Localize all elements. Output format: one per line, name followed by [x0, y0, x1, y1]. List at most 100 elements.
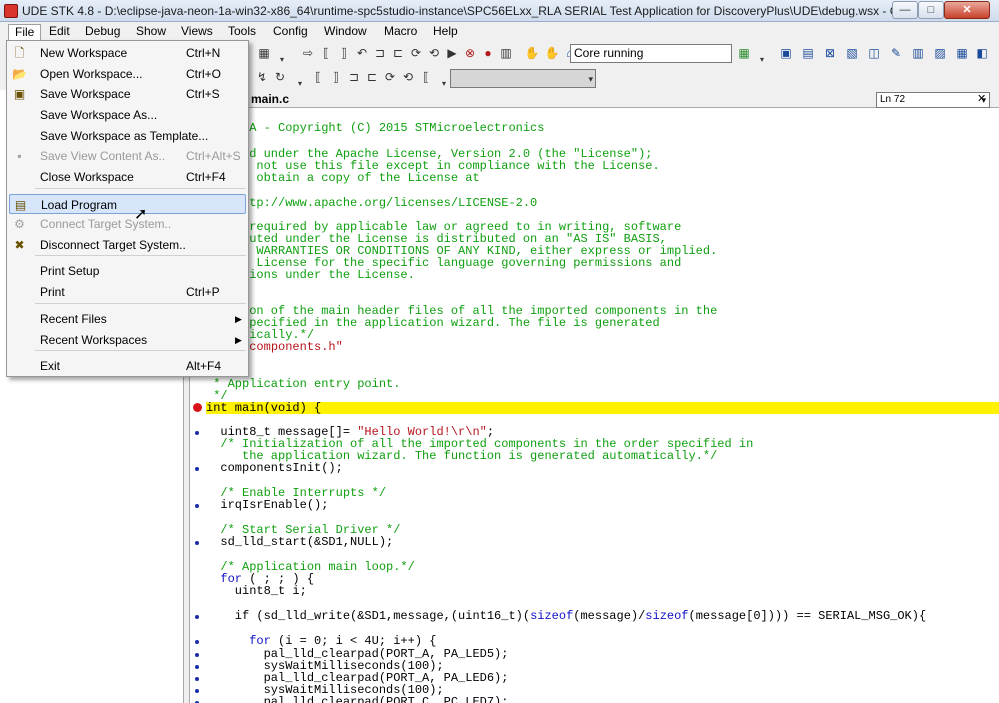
minimize-button[interactable]: — — [892, 1, 918, 19]
variables-icon[interactable]: ▦ — [954, 45, 970, 61]
code-line[interactable]: if (sd_lld_write(&SD1,message,(uint16_t)… — [206, 610, 999, 622]
file-menu-item-close-workspace[interactable]: Close Workspace Ctrl+F4 — [9, 167, 246, 187]
code-line-current[interactable]: int main(void) { — [206, 402, 999, 414]
code-line[interactable]: rder specified in the application wizard… — [206, 317, 999, 329]
save-icon[interactable]: ▦ — [256, 45, 272, 61]
menu-show[interactable]: Show — [130, 24, 172, 41]
menu-tools[interactable]: Tools — [222, 24, 262, 41]
code-line[interactable]: * Application entry point. — [206, 378, 999, 390]
code-line[interactable] — [206, 281, 999, 293]
step-out-icon[interactable]: ⟧ — [336, 45, 352, 61]
file-menu-item-recent-workspaces[interactable]: Recent Workspaces ▶ — [9, 330, 246, 350]
file-menu-item-open-workspace[interactable]: 📂 Open Workspace... Ctrl+O — [9, 64, 246, 84]
file-menu-item-disconnect-target-system[interactable]: ✖ Disconnect Target System.. — [9, 235, 246, 255]
code-line[interactable]: componentsInit(); — [206, 462, 999, 474]
code-line[interactable] — [206, 474, 999, 486]
menu-window[interactable]: Window — [318, 24, 373, 41]
step-line-icon[interactable]: ⊐ — [372, 45, 388, 61]
profile-icon[interactable]: ▥ — [910, 45, 926, 61]
file-menu-item-recent-files[interactable]: Recent Files ▶ — [9, 309, 246, 329]
run-icon[interactable]: ▶ — [444, 45, 460, 61]
file-menu-item-print-setup[interactable]: Print Setup — [9, 261, 246, 281]
grid-icon[interactable]: ▦ — [736, 45, 752, 61]
step-h-icon[interactable]: ⟲ — [400, 69, 416, 85]
code-line[interactable]: pal_lld_clearpad(PORT_C, PC_LED7); — [206, 696, 999, 703]
file-menu-item-load-program[interactable]: ▤ Load Program — [9, 194, 246, 214]
code-line[interactable] — [206, 622, 999, 634]
code-line[interactable]: uint8_t i; — [206, 585, 999, 597]
menu-config[interactable]: Config — [267, 24, 314, 41]
file-menu-item-new-workspace[interactable]: 🗋 New Workspace Ctrl+N — [9, 43, 246, 63]
executable-line-marker[interactable] — [195, 467, 199, 471]
code-editor[interactable]: PC5 RLA - Copyright (C) 2015 STMicroelec… — [190, 108, 999, 703]
memory-icon[interactable]: ⊠ — [822, 45, 838, 61]
code-line[interactable] — [206, 511, 999, 523]
step-over-icon[interactable]: ⇨ — [300, 45, 316, 61]
executable-line-marker[interactable] — [195, 689, 199, 693]
breakpoint-icon[interactable] — [193, 403, 202, 412]
step-g-icon[interactable]: ⟳ — [382, 69, 398, 85]
register-icon[interactable]: ▤ — [800, 45, 816, 61]
code-line[interactable] — [206, 597, 999, 609]
menu-file[interactable]: File — [8, 24, 42, 41]
code-line[interactable]: sd_lld_start(&SD1,NULL); — [206, 536, 999, 548]
step-f-icon[interactable]: ⊏ — [364, 69, 380, 85]
code-line[interactable]: for (i = 0; i < 4U; i++) { — [206, 635, 999, 647]
code-line[interactable]: lude "components.h" — [206, 341, 999, 353]
file-menu-item-save-workspace-as-template[interactable]: Save Workspace as Template... — [9, 126, 246, 146]
executable-line-marker[interactable] — [195, 640, 199, 644]
step-back-icon[interactable]: ↶ — [354, 45, 370, 61]
core-status-field[interactable]: Core running — [570, 44, 732, 63]
step-i-icon[interactable]: ⟦ — [418, 69, 434, 85]
menu-macro[interactable]: Macro — [378, 24, 423, 41]
settings-icon[interactable]: ◧ — [974, 45, 990, 61]
file-menu-item-exit[interactable]: Exit Alt+F4 — [9, 356, 246, 376]
line-indicator[interactable]: Ln 72 ▾ — [876, 92, 990, 108]
reset-icon[interactable]: ⊗ — [462, 45, 478, 61]
hand-stop-icon[interactable]: ✋ — [544, 45, 560, 61]
executable-line-marker[interactable] — [195, 665, 199, 669]
code-line[interactable]: for ( ; ; ) { — [206, 573, 999, 585]
code-line[interactable]: ou may obtain a copy of the License at — [206, 172, 999, 184]
break-icon[interactable]: ● — [480, 45, 496, 61]
executable-line-marker[interactable] — [195, 653, 199, 657]
code-line[interactable]: imitations under the License. — [206, 269, 999, 281]
hex-icon[interactable]: ▧ — [844, 45, 860, 61]
executable-line-marker[interactable] — [195, 541, 199, 545]
menu-help[interactable]: Help — [427, 24, 464, 41]
code-line[interactable] — [206, 184, 999, 196]
combo-dropdown-icon[interactable]: ▾ — [588, 71, 593, 88]
code-line[interactable]: irqIsrEnable(); — [206, 499, 999, 511]
secondary-combo[interactable]: ▾ — [450, 69, 596, 88]
menu-views[interactable]: Views — [175, 24, 219, 41]
file-menu-item-print[interactable]: Print Ctrl+P — [9, 282, 246, 302]
code-line[interactable] — [206, 134, 999, 146]
step-return-icon[interactable]: ⟲ — [426, 45, 442, 61]
run-to-icon[interactable]: ⊏ — [390, 45, 406, 61]
windows-icon[interactable]: ▣ — [778, 45, 794, 61]
executable-line-marker[interactable] — [195, 431, 199, 435]
editor-tab-main-c[interactable]: main.c — [247, 92, 293, 108]
step-e-icon[interactable]: ⊐ — [346, 69, 362, 85]
animate-icon[interactable]: ⟳ — [408, 45, 424, 61]
editor-close-icon[interactable]: ✕ — [977, 92, 986, 105]
code-line[interactable] — [206, 548, 999, 560]
symbol-icon[interactable]: ▨ — [932, 45, 948, 61]
file-menu-item-save-view-content-as[interactable]: ▪ Save View Content As.. Ctrl+Alt+S — [9, 146, 246, 166]
file-menu-item-save-workspace-as[interactable]: Save Workspace As... — [9, 105, 246, 125]
menu-debug[interactable]: Debug — [79, 24, 126, 41]
code-line[interactable]: */ — [206, 390, 999, 402]
close-button[interactable]: ✕ — [944, 1, 990, 19]
code-line[interactable]: PC5 RLA - Copyright (C) 2015 STMicroelec… — [206, 122, 999, 134]
code-line[interactable]: http://www.apache.org/licenses/LICENSE-2… — [206, 197, 999, 209]
step-into-icon[interactable]: ⟦ — [318, 45, 334, 61]
file-menu-item-save-workspace[interactable]: ▣ Save Workspace Ctrl+S — [9, 84, 246, 104]
breakpoint-list-icon[interactable]: ▥ — [498, 45, 514, 61]
watch-icon[interactable]: ◫ — [866, 45, 882, 61]
hand-icon[interactable]: ✋ — [524, 45, 540, 61]
executable-line-marker[interactable] — [195, 615, 199, 619]
code-line[interactable]: /* Application main loop.*/ — [206, 561, 999, 573]
step-d-icon[interactable]: ⟧ — [328, 69, 344, 85]
tool-b-icon[interactable]: ↻ — [272, 69, 288, 85]
executable-line-marker[interactable] — [195, 504, 199, 508]
